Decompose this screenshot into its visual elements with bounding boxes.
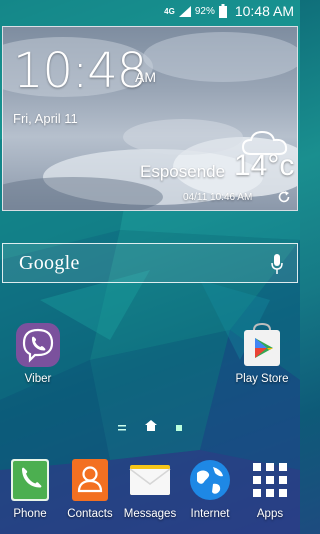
- app-label: Apps: [256, 508, 284, 520]
- apps-grid-icon: [253, 463, 287, 497]
- battery-percent: 92%: [194, 5, 215, 17]
- weather-updated-time: 04/11 10:46 AM: [183, 192, 253, 203]
- status-time: 10:48 AM: [234, 3, 294, 19]
- signal-icon: [178, 5, 191, 17]
- app-label: Viber: [24, 373, 52, 385]
- clock-ampm: AM: [135, 69, 156, 85]
- app-label: Contacts: [67, 508, 113, 520]
- clock-weather-widget[interactable]: 10:48 AM Fri, April 11 Esposende 14°c 04…: [2, 26, 298, 211]
- dock-app-apps[interactable]: Apps: [235, 457, 305, 520]
- battery-icon: [218, 4, 227, 18]
- app-label: Phone: [13, 508, 47, 520]
- app-label: Play Store: [235, 373, 289, 385]
- page-indicator[interactable]: [118, 420, 182, 434]
- status-bar: 4G 92% 10:48 AM: [0, 0, 300, 22]
- mic-icon[interactable]: [271, 253, 283, 280]
- clock-time: 10:48: [13, 43, 147, 99]
- page-dot[interactable]: [176, 418, 182, 436]
- app-viber[interactable]: Viber: [3, 322, 73, 385]
- weather-temperature: 14°c: [234, 149, 295, 182]
- globe-icon: [190, 460, 230, 500]
- google-search-bar[interactable]: Google: [2, 243, 298, 283]
- network-indicator: 4G: [164, 6, 175, 16]
- weather-city: Esposende: [140, 162, 226, 181]
- app-play-store[interactable]: Play Store: [227, 322, 297, 385]
- contacts-icon: [72, 459, 108, 501]
- app-label: Messages: [123, 508, 177, 520]
- clock-date: Fri, April 11: [13, 111, 78, 126]
- google-logo: Google: [19, 252, 80, 274]
- messages-icon: [129, 465, 171, 495]
- home-page-icon[interactable]: [145, 418, 157, 436]
- viber-icon: [16, 323, 60, 367]
- play-store-icon: [244, 322, 280, 366]
- phone-icon: [11, 459, 49, 501]
- page-indicator-menu-icon[interactable]: [118, 418, 126, 436]
- refresh-icon[interactable]: [277, 190, 291, 209]
- app-label: Internet: [190, 508, 230, 520]
